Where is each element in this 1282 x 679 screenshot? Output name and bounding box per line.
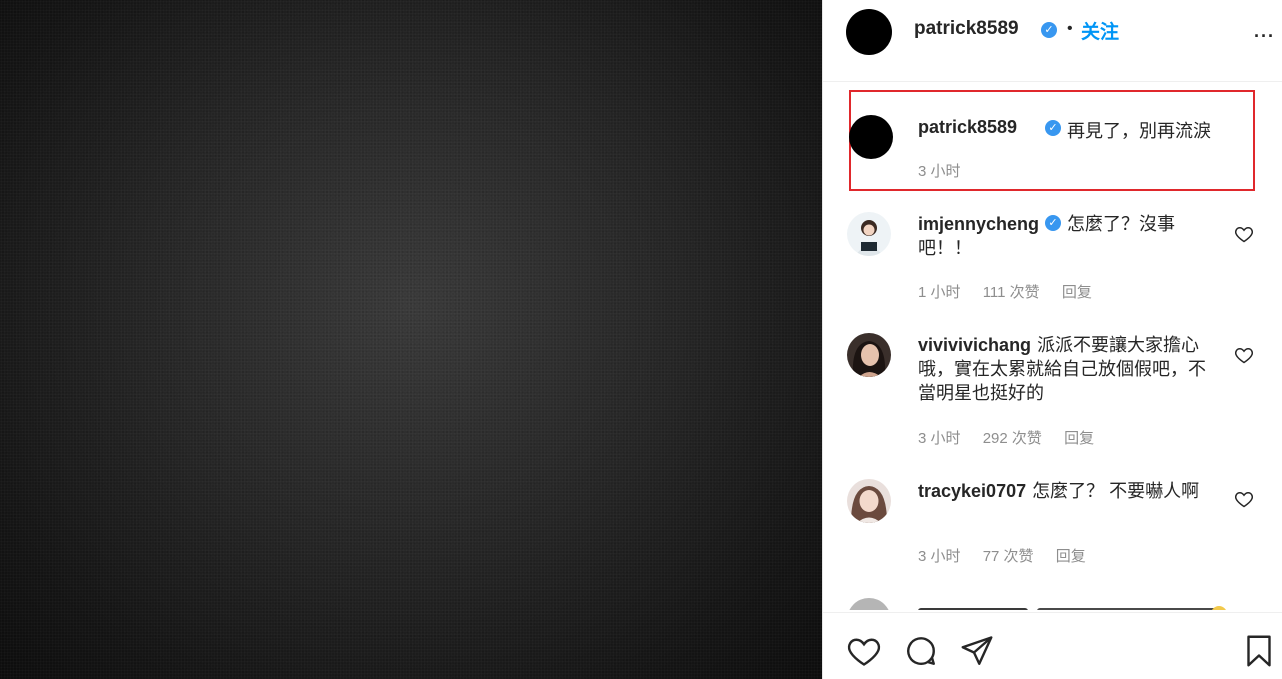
comment-like-heart-icon[interactable] [1234, 224, 1254, 244]
caption-avatar[interactable] [849, 115, 893, 159]
comment-like-heart-icon[interactable] [1234, 345, 1254, 365]
verified-badge-icon: ✓ [1045, 215, 1062, 232]
separator-dot: • [1067, 20, 1073, 37]
author-avatar[interactable] [846, 9, 892, 55]
comment-timestamp[interactable]: 1 小时 [918, 284, 961, 301]
app-root: patrick8589 ✓ • 关注 ··· patrick8589 ✓ 再見了… [0, 0, 1282, 679]
verified-badge-icon: ✓ [1045, 120, 1061, 136]
commenter-username[interactable]: imjennycheng [918, 214, 1039, 234]
post-header: patrick8589 ✓ • 关注 ··· [823, 0, 1282, 82]
heart-icon[interactable] [846, 633, 882, 669]
comment-reply-button[interactable]: 回复 [1056, 548, 1086, 565]
caption-username[interactable]: patrick8589 [918, 117, 1017, 138]
caption-timestamp[interactable]: 3 小时 [918, 160, 961, 181]
comment-meta: 3 小时 77 次赞 回复 [918, 545, 1104, 566]
comments-list[interactable]: imjennycheng✓怎麼了？沒事吧！！ 1 小时 111 次赞 回复 [823, 196, 1282, 610]
caption-text: 再見了，別再流淚 [1067, 121, 1211, 141]
comment-item: imjennycheng ✓ 怎麼了？沒事吧！！ 1 小时 111 次赞 回复 [823, 196, 1282, 314]
commenter-username[interactable]: tracykei0707 [918, 481, 1026, 501]
comment-reply-button[interactable]: 回复 [1062, 284, 1092, 301]
comment-body: vivivivichang 派派不要讓大家擔心哦，實在太累就給自己放個假吧，不當明… [918, 333, 1214, 405]
commenter-username[interactable]: vivivivichang [918, 335, 1031, 355]
verified-badge-icon: ✓ [1041, 22, 1057, 38]
post-media[interactable] [0, 0, 822, 679]
bookmark-icon[interactable] [1241, 633, 1277, 669]
comment-like-heart-icon[interactable] [1234, 489, 1254, 509]
comment-like-count[interactable]: 111 次赞 [983, 284, 1040, 301]
commenter-avatar[interactable] [847, 479, 891, 523]
comment-meta: 1 小时 111 次赞 回复 [918, 281, 1110, 302]
comment-timestamp[interactable]: 3 小时 [918, 548, 961, 565]
action-bar [823, 612, 1282, 679]
comment-item: vivivivichang 派派不要讓大家擔心哦，實在太累就給自己放個假吧，不當明… [823, 317, 1282, 463]
comment-timestamp[interactable]: 3 小时 [918, 430, 961, 447]
comment-icon[interactable] [903, 633, 939, 669]
author-username[interactable]: patrick8589 [914, 18, 1019, 40]
comment-item: tracykei0707 怎麼了？ 不要嚇人啊 3 小时 77 次赞 回复 [823, 463, 1282, 583]
commenter-avatar[interactable] [847, 333, 891, 377]
commenter-avatar[interactable] [847, 212, 891, 256]
comment-like-count[interactable]: 292 次赞 [983, 430, 1042, 447]
comment-like-count[interactable]: 77 次赞 [983, 548, 1034, 565]
comment-body: tracykei0707 怎麼了？ 不要嚇人啊 [918, 479, 1218, 503]
comment-text: 怎麼了？ 不要嚇人啊 [1032, 481, 1200, 501]
post-side-panel: patrick8589 ✓ • 关注 ··· patrick8589 ✓ 再見了… [822, 0, 1282, 679]
comment-body: imjennycheng ✓ 怎麼了？沒事吧！！ [918, 212, 1218, 260]
more-options-icon[interactable]: ··· [1254, 26, 1275, 47]
comment-meta: 3 小时 292 次赞 回复 [918, 427, 1112, 448]
comment-item-partial [847, 598, 1227, 610]
comment-reply-button[interactable]: 回复 [1064, 430, 1094, 447]
follow-button[interactable]: 关注 [1081, 17, 1119, 44]
send-icon[interactable] [959, 633, 995, 669]
